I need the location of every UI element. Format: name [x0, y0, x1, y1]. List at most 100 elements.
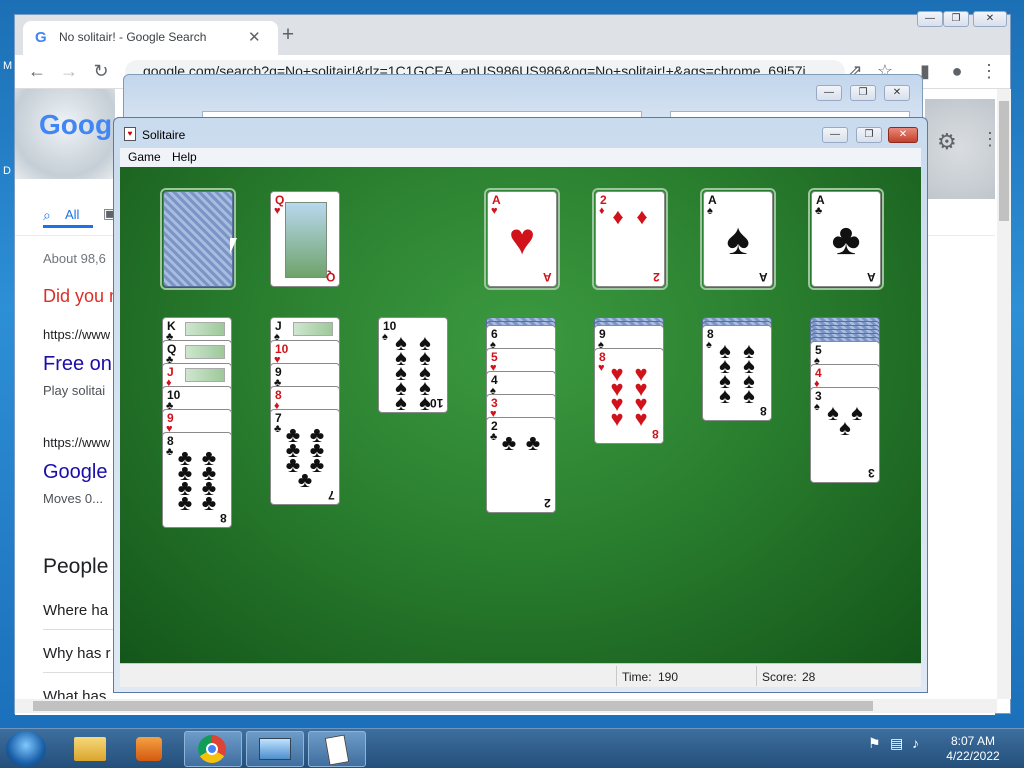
playing-card[interactable]: A ♥ ♥ A — [487, 191, 557, 287]
window-title: Solitaire — [142, 128, 186, 142]
maximize-button[interactable]: ❐ — [856, 127, 882, 143]
network-warning-icon[interactable]: ⚑ — [868, 735, 881, 752]
question-item[interactable]: Why has r — [43, 645, 111, 662]
playing-card[interactable]: 7 ♣ ♣ ♣ ♣ ♣ ♣ ♣ ♣ 7 — [270, 409, 340, 505]
playing-card[interactable]: 3 ♠ ♠ ♠ ♠ 3 — [810, 387, 880, 483]
result-url: https://www — [43, 435, 111, 450]
card-pip: ♣ — [831, 215, 861, 264]
close-button[interactable]: ✕ — [884, 85, 910, 101]
taskbar: ⚑ ▤ ♪ 8:07 AM 4/22/2022 — [0, 728, 1024, 768]
playing-card[interactable]: 2 ♦ ♦ ♦ 2 — [595, 191, 665, 287]
vertical-scrollbar[interactable] — [997, 89, 1011, 699]
card-suit: ♥ — [491, 205, 498, 217]
menu-help[interactable]: Help — [172, 150, 197, 164]
network-icon[interactable]: ▤ — [890, 735, 903, 752]
divider — [43, 629, 123, 630]
card-rank-corner: Q — [325, 270, 335, 284]
face-card-strip — [293, 322, 333, 336]
forward-arrow-icon[interactable]: → — [57, 61, 81, 82]
score-value: 28 — [802, 670, 816, 684]
divider — [616, 666, 617, 686]
card-rank-corner: 7 — [328, 488, 335, 502]
card-rank-corner: A — [867, 270, 876, 284]
playing-card[interactable]: A ♣ ♣ A — [811, 191, 881, 287]
game-board[interactable]: Q ♥ Q A ♥ ♥ A 2 ♦ ♦ ♦ 2 A ♠ ♠ A A ♣ ♣ A K ♣ Q ♣ J ♦ 10 ♣ 9 ♥ 8 ♣ ♣ ♣ ♣ ♣ ♣… — [120, 167, 921, 663]
result-url: https://www — [43, 327, 111, 342]
back-arrow-icon[interactable]: ← — [25, 61, 49, 82]
face-card-strip — [185, 322, 225, 336]
result-title-link[interactable]: Google — [43, 461, 108, 484]
card-pip: ♣ — [525, 430, 541, 455]
card-pip: ♦ — [636, 204, 648, 229]
maximize-button[interactable]: ❐ — [943, 11, 969, 27]
time-value: 190 — [658, 670, 679, 684]
tab-all[interactable]: All — [65, 207, 79, 222]
card-suit: ♣ — [815, 205, 823, 217]
solitaire-app-icon: ♥ — [124, 127, 136, 141]
did-you-mean[interactable]: Did you m — [43, 286, 124, 307]
card-rank-corner: 3 — [868, 466, 875, 480]
close-tab-icon[interactable]: ✕ — [248, 28, 261, 46]
explorer-icon[interactable] — [62, 731, 120, 767]
minimize-button[interactable]: — — [822, 127, 848, 143]
search-icon: ⌕ — [43, 207, 51, 223]
chrome-tab-strip: G No solitair! - Google Search ✕ + — ❐ ✕ — [15, 11, 1010, 55]
card-pip: ♠ — [839, 415, 851, 440]
face-card-strip — [185, 368, 225, 382]
card-rank-corner: A — [759, 270, 768, 284]
result-snippet: Moves 0... — [43, 491, 103, 506]
playing-card[interactable]: 10 ♠ ♠ ♠ ♠ ♠ ♠ ♠ ♠ ♠ ♠ ♠ 10 — [378, 317, 448, 413]
card-rank-corner: 10 — [429, 396, 443, 410]
google-logo[interactable]: Goog — [39, 109, 112, 141]
card-rank-corner: 2 — [544, 496, 551, 510]
playing-card[interactable]: 8 ♥ ♥ ♥ ♥ ♥ ♥ ♥ ♥ ♥ 8 — [594, 348, 664, 444]
result-title-link[interactable]: Free on — [43, 353, 112, 376]
scroll-thumb[interactable] — [33, 701, 873, 711]
divider — [756, 666, 757, 686]
playing-card[interactable]: 8 ♣ ♣ ♣ ♣ ♣ ♣ ♣ ♣ ♣ 8 — [162, 432, 232, 528]
settings-gear-icon[interactable]: ⚙ — [937, 129, 957, 155]
menu-bar: Game Help — [120, 148, 921, 167]
close-button[interactable]: ✕ — [888, 127, 918, 143]
media-player-icon[interactable] — [122, 731, 180, 767]
status-bar: Time: 190 Score: 28 — [120, 663, 921, 687]
minimize-button[interactable]: — — [917, 11, 943, 27]
playing-card[interactable]: 2 ♣ ♣ ♣ 2 — [486, 417, 556, 513]
menu-dots-icon[interactable]: ⋮ — [977, 61, 1001, 82]
reload-icon[interactable]: ↻ — [89, 61, 113, 82]
chrome-icon[interactable] — [184, 731, 242, 767]
active-tab-underline — [43, 225, 93, 228]
start-button[interactable] — [6, 731, 46, 767]
browser-tab[interactable]: G No solitair! - Google Search ✕ — [23, 21, 278, 55]
result-stats: About 98,6 — [43, 251, 106, 266]
card-back[interactable] — [163, 191, 233, 287]
card-suit: ♠ — [707, 205, 713, 217]
scroll-thumb[interactable] — [999, 101, 1009, 221]
card-rank-corner: A — [543, 270, 552, 284]
playing-card[interactable]: Q ♥ Q — [270, 191, 340, 287]
maximize-button[interactable]: ❐ — [850, 85, 876, 101]
solitaire-icon[interactable] — [308, 731, 366, 767]
time-label: Time: — [622, 670, 652, 684]
desktop-icon-label: D — [3, 165, 11, 177]
playing-card[interactable]: A ♠ ♠ A — [703, 191, 773, 287]
clock[interactable]: 8:07 AM 4/22/2022 — [932, 734, 1014, 764]
minimize-button[interactable]: — — [816, 85, 842, 101]
google-g-icon: G — [35, 29, 47, 46]
score-label: Score: — [762, 670, 797, 684]
divider — [43, 672, 123, 673]
tab-title: No solitair! - Google Search — [59, 30, 207, 44]
question-item[interactable]: Where ha — [43, 602, 108, 619]
new-tab-button[interactable]: + — [277, 23, 299, 47]
playing-card[interactable]: 8 ♠ ♠ ♠ ♠ ♠ ♠ ♠ ♠ ♠ 8 — [702, 325, 772, 421]
card-suit: ♥ — [274, 205, 281, 217]
profile-icon[interactable]: ● — [945, 61, 969, 82]
volume-icon[interactable]: ♪ — [912, 735, 919, 751]
menu-game[interactable]: Game — [128, 150, 161, 164]
face-card-picture — [285, 202, 327, 278]
people-also-ask-heading: People — [43, 555, 109, 578]
horizontal-scrollbar[interactable] — [15, 699, 997, 713]
close-button[interactable]: ✕ — [973, 11, 1007, 27]
control-panel-icon[interactable] — [246, 731, 304, 767]
apps-menu-icon[interactable]: ⋮ — [981, 129, 995, 150]
